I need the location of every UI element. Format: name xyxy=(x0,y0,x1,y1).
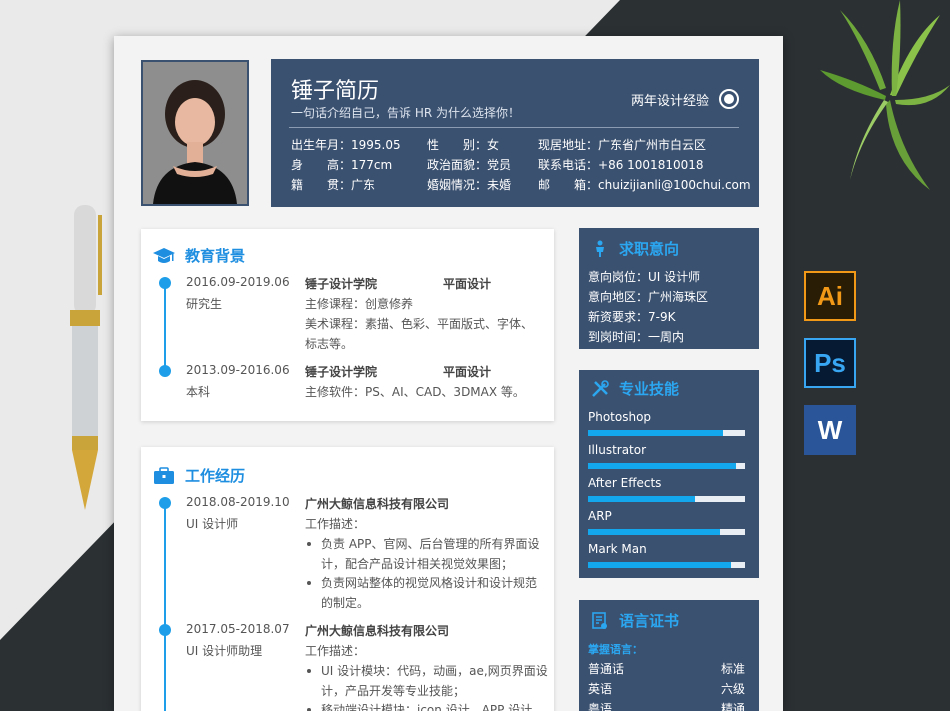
radio-circle-icon xyxy=(719,89,739,109)
person-icon xyxy=(596,240,604,257)
experience-badge: 两年设计经验 xyxy=(631,89,739,109)
portrait-icon xyxy=(143,62,247,204)
skills-card: 专业技能 Photoshop Illustrator After Effects… xyxy=(579,370,759,578)
job-intention-card: 求职意向 意向岗位：UI 设计师 意向地区：广州海珠区 新资要求：7-9K 到岗… xyxy=(579,228,759,349)
work-bullet: UI 设计模块：代码，动画，ae,网页界面设 xyxy=(307,664,548,678)
language-title: 语言证书 xyxy=(591,610,679,631)
header-divider xyxy=(289,127,739,128)
skill-name: ARP xyxy=(588,509,612,523)
edu-line: 标志等。 xyxy=(305,337,354,351)
work-role: UI 设计师助理 xyxy=(186,644,263,658)
skill-name: Mark Man xyxy=(588,542,647,556)
certificate-icon xyxy=(592,611,607,629)
edu-line: 主修课程：创意修养 xyxy=(305,297,414,311)
tools-icon xyxy=(592,379,609,397)
info-marital: 婚姻情况：未婚 xyxy=(427,178,512,192)
info-political: 政治面貌：党员 xyxy=(427,158,512,172)
intention-region: 意向地区：广州海珠区 xyxy=(588,290,709,304)
edu-major: 平面设计 xyxy=(443,365,492,379)
graduation-cap-icon xyxy=(153,247,175,263)
resume-header: 锤子简历 一句话介绍自己，告诉 HR 为什么选择你！ 两年设计经验 出生年月：1… xyxy=(271,59,759,207)
info-hometown: 籍 贯：广东 xyxy=(291,178,376,192)
job-intention-title: 求职意向 xyxy=(591,238,679,259)
language-row: 粤语 精通 xyxy=(588,702,745,711)
timeline-dot xyxy=(159,277,171,289)
skill-bar xyxy=(588,430,745,436)
candidate-name: 锤子简历 xyxy=(291,79,380,104)
intention-position: 意向岗位：UI 设计师 xyxy=(588,270,701,284)
skills-title: 专业技能 xyxy=(591,378,679,399)
work-role: UI 设计师 xyxy=(186,517,239,531)
briefcase-icon xyxy=(154,466,174,484)
edu-period: 2016.09-2019.06 xyxy=(186,275,290,289)
skill-name: Photoshop xyxy=(588,410,652,424)
work-bullet-cont: 计，产品开发等专业技能； xyxy=(321,684,466,698)
skill-bar xyxy=(588,463,745,469)
work-desc-label: 工作描述： xyxy=(305,517,366,531)
edu-line: 主修软件：PS、AI、CAD、3DMAX 等。 xyxy=(305,385,525,399)
pen-decoration xyxy=(70,205,102,510)
work-period: 2017.05-2018.07 xyxy=(186,622,290,636)
work-title: 工作经历 xyxy=(153,465,245,486)
language-card: 语言证书 掌握语言： 普通话 标准 英语 六级 粤语 精通 xyxy=(579,600,759,711)
skill-name: After Effects xyxy=(588,476,662,490)
work-card: 工作经历 2018.08-2019.10 UI 设计师 广州大鲸信息科技有限公司… xyxy=(141,447,554,711)
language-row: 普通话 标准 xyxy=(588,662,745,676)
info-address: 现居地址：广东省广州市白云区 xyxy=(538,138,707,152)
skill-bar xyxy=(588,496,745,502)
work-bullet-cont: 计，配合产品设计相关视觉效果图； xyxy=(321,557,514,571)
timeline-dot xyxy=(159,624,171,636)
timeline-line xyxy=(164,503,166,711)
app-icons: Ai Ps W xyxy=(804,271,856,472)
plant-decoration xyxy=(820,0,950,190)
edu-degree: 研究生 xyxy=(186,297,223,311)
edu-degree: 本科 xyxy=(186,385,211,399)
work-company: 广州大鲸信息科技有限公司 xyxy=(305,624,450,638)
education-title: 教育背景 xyxy=(153,245,245,266)
edu-major: 平面设计 xyxy=(443,277,492,291)
info-height: 身 高：177cm xyxy=(291,158,393,172)
candidate-tagline: 一句话介绍自己，告诉 HR 为什么选择你！ xyxy=(291,106,520,120)
education-card: 教育背景 2016.09-2019.06 研究生 锤子设计学院 平面设计 主修课… xyxy=(141,229,554,421)
work-bullet: 负责网站整体的视觉风格设计和设计规范 xyxy=(306,576,538,590)
intention-start: 到岗时间：一周内 xyxy=(588,330,685,344)
work-bullet-cont: 的制定。 xyxy=(321,596,370,610)
info-phone: 联系电话：+86 1001810018 xyxy=(538,158,704,172)
timeline-dot xyxy=(159,365,171,377)
word-icon: W xyxy=(804,405,856,455)
edu-school: 锤子设计学院 xyxy=(305,277,378,291)
work-period: 2018.08-2019.10 xyxy=(186,495,290,509)
info-email: 邮 箱：chuizijianli@100chui.com xyxy=(538,178,751,192)
language-row: 英语 六级 xyxy=(588,682,745,696)
edu-school: 锤子设计学院 xyxy=(305,365,378,379)
resume-paper: 锤子简历 一句话介绍自己，告诉 HR 为什么选择你！ 两年设计经验 出生年月：1… xyxy=(114,36,783,711)
edu-period: 2013.09-2016.06 xyxy=(186,363,290,377)
skill-bar xyxy=(588,562,745,568)
skill-name: Illustrator xyxy=(588,443,647,457)
language-subtitle: 掌握语言： xyxy=(588,643,643,656)
ai-icon: Ai xyxy=(804,271,856,321)
ps-icon: Ps xyxy=(804,338,856,388)
skill-bar xyxy=(588,529,745,535)
work-bullet: 负责 APP、官网、后台管理的所有界面设 xyxy=(307,537,540,551)
edu-line: 美术课程：素描、色彩、平面版式、字体、 xyxy=(305,317,534,331)
work-bullet: 移动端设计模块：icon 设计，APP 设计 xyxy=(306,701,532,711)
timeline-line xyxy=(164,283,166,369)
info-birth: 出生年月：1995.05 xyxy=(291,138,401,152)
intention-salary: 新资要求：7-9K xyxy=(588,310,676,324)
profile-photo xyxy=(141,60,249,206)
timeline-dot xyxy=(159,497,171,509)
work-company: 广州大鲸信息科技有限公司 xyxy=(305,497,450,511)
experience-text: 两年设计经验 xyxy=(630,93,709,109)
info-gender: 性 别：女 xyxy=(427,138,500,152)
work-desc-label: 工作描述： xyxy=(305,644,366,658)
